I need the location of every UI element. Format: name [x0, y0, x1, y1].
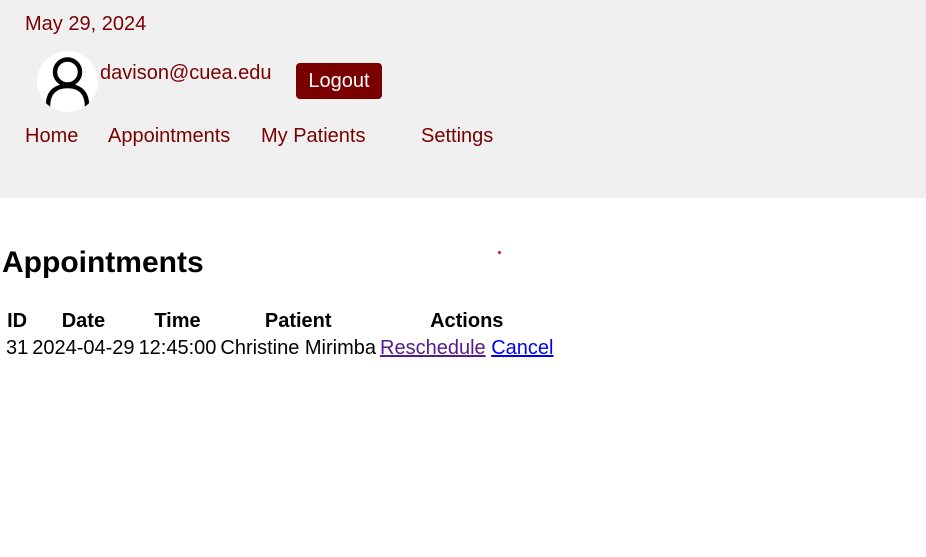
cell-id: 31	[6, 337, 29, 359]
table-row: 31 2024-04-29 12:45:00 Christine Mirimba…	[5, 336, 554, 361]
user-email: davison@cuea.edu	[100, 62, 272, 84]
cell-actions: Reschedule Cancel	[379, 336, 554, 361]
user-icon	[45, 57, 90, 109]
column-header-time: Time	[154, 310, 201, 332]
page-title: Appointments	[2, 246, 204, 279]
nav-item-settings[interactable]: Settings	[421, 125, 493, 148]
cell-time: 12:45:00	[138, 337, 217, 359]
column-header-actions: Actions	[430, 310, 504, 332]
nav-item-home[interactable]: Home	[25, 125, 78, 148]
nav-item-my-patients[interactable]: My Patients	[261, 125, 365, 148]
reschedule-link[interactable]: Reschedule	[380, 337, 486, 359]
cancel-link[interactable]: Cancel	[491, 337, 553, 359]
column-header-patient: Patient	[264, 310, 332, 332]
logout-button[interactable]: Logout	[296, 63, 382, 99]
site-header: May 29, 2024 davison@cuea.edu Logout Hom…	[0, 0, 926, 198]
column-header-date: Date	[61, 310, 106, 332]
appointments-table: ID Date Time Patient Actions 31 2024-04-…	[3, 307, 556, 363]
avatar	[37, 51, 98, 112]
cell-patient: Christine Mirimba	[220, 337, 377, 359]
cell-date: 2024-04-29	[32, 337, 135, 359]
table-header-row: ID Date Time Patient Actions	[5, 309, 554, 334]
red-dot	[498, 251, 501, 254]
column-header-id: ID	[7, 310, 28, 332]
current-date: May 29, 2024	[25, 13, 147, 35]
nav-item-appointments[interactable]: Appointments	[108, 125, 230, 148]
